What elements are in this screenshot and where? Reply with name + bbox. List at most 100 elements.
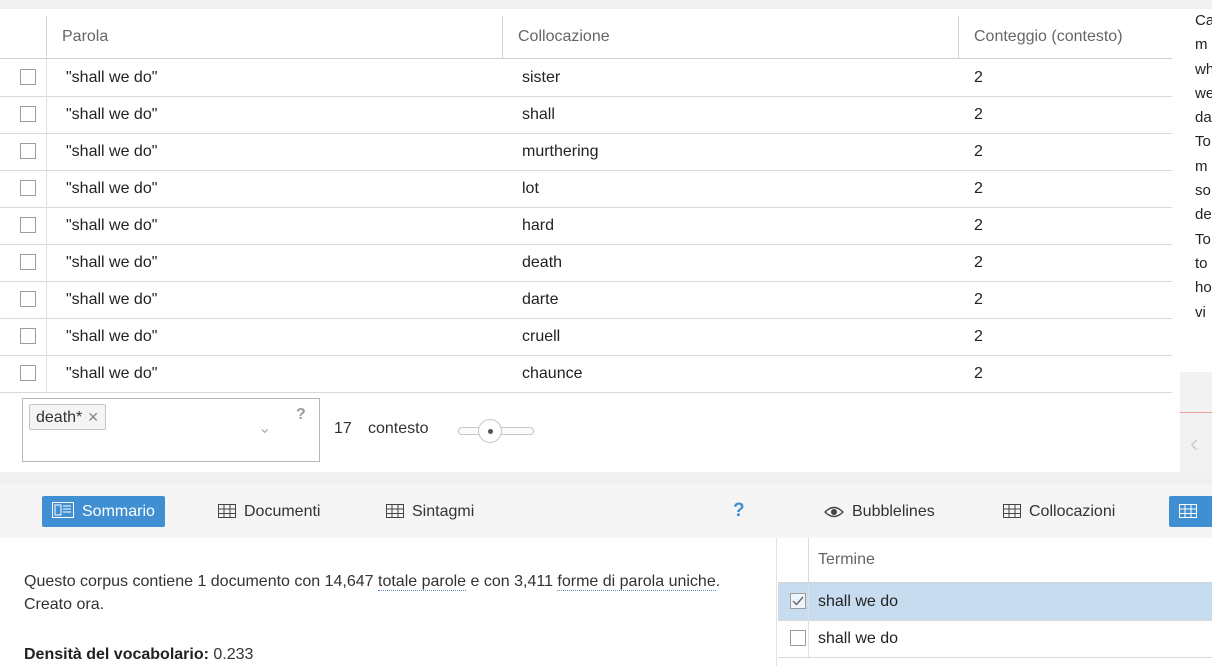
chevron-down-icon[interactable]: ⌄ <box>258 418 271 438</box>
cell-word: "shall we do" <box>66 217 158 234</box>
summary-middle: e con 3,411 <box>466 573 558 590</box>
row-separator <box>46 133 47 170</box>
table-row[interactable]: "shall we do" darte 2 <box>0 281 1172 319</box>
cell-collocate: shall <box>522 106 555 123</box>
term-tag[interactable]: death* ✕ <box>29 404 106 430</box>
table-icon <box>218 498 236 529</box>
cell-collocate: lot <box>522 180 539 197</box>
cell-count: 2 <box>974 180 983 197</box>
table-icon <box>1003 498 1021 529</box>
cell-collocate: murthering <box>522 143 599 160</box>
tab-documents[interactable]: Documenti <box>218 496 320 527</box>
cell-count: 2 <box>974 143 983 160</box>
cell-count: 2 <box>974 217 983 234</box>
cell-word: "shall we do" <box>66 143 158 160</box>
cell-count: 2 <box>974 328 983 345</box>
row-separator <box>46 170 47 207</box>
cell-word: "shall we do" <box>66 106 158 123</box>
row-separator <box>46 207 47 244</box>
row-checkbox[interactable] <box>20 143 36 159</box>
density-value: 0.233 <box>213 646 254 663</box>
table-row[interactable]: "shall we do" sister 2 <box>0 59 1172 97</box>
row-checkbox[interactable] <box>20 180 36 196</box>
cell-word: "shall we do" <box>66 291 158 308</box>
panel-separator <box>776 538 777 666</box>
row-separator <box>46 281 47 318</box>
term-checkbox[interactable] <box>790 630 806 646</box>
tab-summary[interactable]: Sommario <box>42 496 165 527</box>
header-separator <box>46 16 47 58</box>
cell-count: 2 <box>974 69 983 86</box>
tab-bubblelines[interactable]: Bubblelines <box>824 496 935 527</box>
previous-icon[interactable]: ‹ <box>1190 428 1199 459</box>
cell-collocate: sister <box>522 69 561 86</box>
table-row[interactable]: "shall we do" death 2 <box>0 244 1172 282</box>
panel-divider <box>0 472 1212 484</box>
row-checkbox[interactable] <box>20 365 36 381</box>
context-text-line: To <box>1195 230 1211 248</box>
table-row[interactable]: "shall we do" lot 2 <box>0 170 1172 208</box>
tab-documents-label: Documenti <box>244 503 321 520</box>
context-value: 17 <box>334 420 352 437</box>
table-row[interactable]: "shall we do" chaunce 2 <box>0 355 1172 393</box>
cell-collocate: death <box>522 254 563 271</box>
slider-thumb-dot <box>488 429 493 434</box>
row-checkbox[interactable] <box>20 328 36 344</box>
total-words-link[interactable]: totale parole <box>378 573 467 591</box>
context-text-line: Ca <box>1195 12 1212 29</box>
checkmark-icon <box>792 596 804 606</box>
term-tag-label: death* <box>36 409 83 426</box>
table-icon <box>386 498 404 529</box>
header-separator[interactable] <box>502 16 503 58</box>
cell-word: "shall we do" <box>66 180 158 197</box>
row-checkbox[interactable] <box>20 69 36 85</box>
vocabulary-density: Densità del vocabolario: 0.233 <box>24 646 253 664</box>
table-icon <box>1179 498 1197 529</box>
column-header-collocate[interactable]: Collocazione <box>518 16 610 58</box>
cell-collocate: chaunce <box>522 365 583 382</box>
tab-active-clipped[interactable] <box>1169 496 1212 527</box>
column-header-count[interactable]: Conteggio (contesto) <box>974 16 1123 58</box>
cell-word: "shall we do" <box>66 69 158 86</box>
tab-collocates-label: Collocazioni <box>1029 503 1116 520</box>
row-checkbox[interactable] <box>20 254 36 270</box>
table-row[interactable]: "shall we do" murthering 2 <box>0 133 1172 171</box>
context-label: contesto <box>368 420 429 437</box>
terms-header-separator <box>808 538 809 582</box>
column-header-term[interactable]: Termine <box>818 538 875 582</box>
list-item[interactable]: shall we do <box>778 620 1212 658</box>
term-checkbox[interactable] <box>790 593 806 609</box>
row-separator <box>46 244 47 281</box>
help-icon[interactable]: ? <box>296 406 306 424</box>
cell-collocate: hard <box>522 217 555 234</box>
header-separator[interactable] <box>958 16 959 58</box>
cell-word: "shall we do" <box>66 365 158 382</box>
row-separator <box>46 355 47 392</box>
tab-phrases[interactable]: Sintagmi <box>386 496 474 527</box>
row-checkbox[interactable] <box>20 106 36 122</box>
context-text-line: wh <box>1195 60 1212 78</box>
row-checkbox[interactable] <box>20 217 36 233</box>
table-row[interactable]: "shall we do" cruell 2 <box>0 318 1172 356</box>
unique-forms-link[interactable]: forme di parola uniche <box>557 573 716 591</box>
help-icon[interactable]: ? <box>733 500 745 522</box>
list-item[interactable]: shall we do <box>778 583 1212 621</box>
row-separator <box>46 96 47 133</box>
remove-tag-icon[interactable]: ✕ <box>87 409 99 425</box>
context-text-line: so <box>1195 182 1211 200</box>
context-text-line: m <box>1195 157 1208 175</box>
tab-phrases-label: Sintagmi <box>412 503 475 520</box>
tab-summary-label: Sommario <box>82 503 155 520</box>
context-text-line: vi <box>1195 303 1206 321</box>
context-text-line: m <box>1195 36 1208 54</box>
cell-word: "shall we do" <box>66 254 158 271</box>
cell-collocate: darte <box>522 291 559 308</box>
table-row[interactable]: "shall we do" shall 2 <box>0 96 1172 134</box>
context-text-line: to <box>1195 254 1208 272</box>
column-header-word[interactable]: Parola <box>62 16 108 58</box>
context-text-line: ho <box>1195 279 1212 297</box>
row-checkbox[interactable] <box>20 291 36 307</box>
table-row[interactable]: "shall we do" hard 2 <box>0 207 1172 245</box>
tab-collocates[interactable]: Collocazioni <box>1003 496 1115 527</box>
term-label: shall we do <box>818 630 899 647</box>
